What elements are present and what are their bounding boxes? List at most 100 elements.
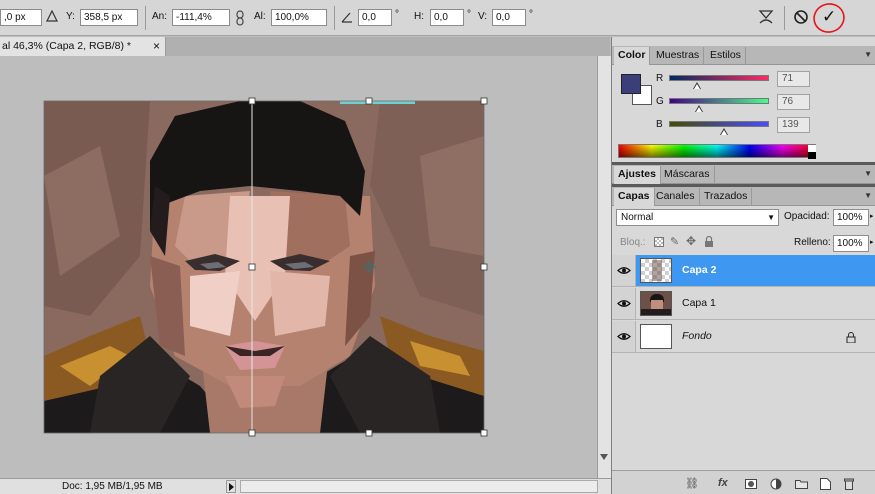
height-field[interactable]: 100,0% [271,9,327,26]
layer-name[interactable]: Fondo [682,330,712,342]
document-info: Doc: 1,95 MB/1,95 MB [62,481,163,492]
layer-row-capa-1[interactable]: Capa 1 [612,288,875,320]
scroll-down-icon[interactable] [600,454,608,460]
b-slider-thumb[interactable] [720,128,728,135]
y-position-field[interactable]: 358,5 px [80,9,138,26]
fill-field[interactable]: 100% [833,235,869,252]
hskew-unit: ° [467,9,471,20]
document-tab[interactable]: al 46,3% (Capa 2, RGB/8) * × [0,37,166,56]
tab-layers[interactable]: Capas [614,188,655,206]
layer-thumbnail [640,324,672,349]
blend-mode-select[interactable]: Normal ▼ [616,209,779,226]
close-icon[interactable]: × [153,37,160,56]
panel-menu-icon[interactable]: ▼ [864,50,872,59]
lock-all-icon[interactable] [704,236,714,248]
layers-panel-tabs: Capas Canales Trazados ▼ [612,187,875,206]
panel-menu-icon[interactable]: ▼ [864,191,872,200]
mask-icon[interactable] [745,479,757,489]
layer-row-capa-2[interactable]: Capa 2 [612,255,875,287]
width-label: An: [152,11,168,22]
adjustment-icon[interactable] [770,478,782,490]
adjustments-panel-tabs: Ajustes Máscaras ▼ [612,165,875,184]
g-value-field[interactable]: 76 [777,94,810,110]
layers-footer [612,470,875,494]
layer-visibility-toggle[interactable] [612,255,636,286]
black-swatch[interactable] [808,152,816,159]
eye-icon [617,300,631,307]
hskew-field[interactable]: 0,0 [430,9,464,26]
layer-visibility-toggle[interactable] [612,321,636,352]
vskew-label: V: [478,11,488,22]
document-canvas[interactable] [0,56,611,478]
tab-styles[interactable]: Estilos [706,47,746,65]
panel-menu-icon[interactable]: ▼ [864,169,872,178]
tab-channels[interactable]: Canales [652,188,700,206]
warp-icon[interactable] [757,8,775,26]
vertical-scrollbar[interactable] [597,56,611,478]
white-swatch[interactable] [808,145,816,152]
layer-name[interactable]: Capa 1 [682,297,716,309]
g-label: G [656,96,664,107]
tab-masks[interactable]: Máscaras [660,166,715,184]
tab-color[interactable]: Color [614,47,651,65]
play-icon [229,483,234,491]
color-spectrum-bar[interactable] [618,144,816,158]
separator [784,6,785,30]
layer-visibility-toggle[interactable] [612,288,636,319]
b-value-field[interactable]: 139 [777,117,810,133]
tab-paths[interactable]: Trazados [700,188,753,206]
status-bar: Doc: 1,95 MB/1,95 MB [0,478,611,494]
rotate-unit: ° [395,9,399,20]
r-value-field[interactable]: 71 [777,71,810,87]
g-slider-track[interactable] [669,98,769,104]
x-position-field[interactable]: ,0 px [0,9,42,26]
lock-transparency-icon[interactable] [654,237,664,247]
document-tab-title: al 46,3% (Capa 2, RGB/8) * [2,40,131,52]
trash-icon[interactable] [844,478,854,490]
status-menu-button[interactable] [226,480,236,493]
hskew-label: H: [414,11,424,22]
vskew-unit: ° [529,9,533,20]
r-slider-thumb[interactable] [693,82,701,89]
fill-arrow-icon[interactable]: ▸ [870,238,874,246]
vskew-field[interactable]: 0,0 [492,9,526,26]
foreground-color-swatch[interactable] [621,74,641,94]
layer-name[interactable]: Capa 2 [682,264,716,276]
tab-adjustments[interactable]: Ajustes [614,166,661,184]
opacity-label: Opacidad: [784,211,830,222]
y-label: Y: [66,11,75,22]
rotate-field[interactable]: 0,0 [358,9,392,26]
opacity-arrow-icon[interactable]: ▸ [870,212,874,220]
lock-pixels-icon[interactable]: ✎ [670,235,679,248]
link-layers-icon[interactable]: ⛓ [685,477,699,490]
b-label: B [656,119,663,130]
link-icon[interactable] [234,10,246,26]
blend-mode-value: Normal [621,212,654,223]
lock-position-icon[interactable]: ✥ [686,234,696,248]
horizontal-scrollbar[interactable] [240,480,598,493]
options-bar: ,0 px Y: 358,5 px An: -111,4% Al: 100,0%… [0,0,875,36]
portrait-image [44,101,484,433]
eye-icon [617,267,631,274]
tab-swatches[interactable]: Muestras [652,47,705,65]
height-label: Al: [254,11,266,22]
layer-row-fondo[interactable]: Fondo [612,321,875,353]
fx-icon[interactable]: fx [718,477,728,489]
commit-icon[interactable]: ✓ [822,7,836,27]
width-field[interactable]: -111,4% [172,9,230,26]
layer-thumbnail [640,258,672,283]
cancel-icon[interactable] [793,9,809,25]
g-slider-thumb[interactable] [695,105,703,112]
r-slider-track[interactable] [669,75,769,81]
folder-icon[interactable] [795,479,808,489]
fill-label: Relleno: [794,237,831,248]
canvas-area[interactable] [0,56,611,478]
opacity-field[interactable]: 100% [833,209,869,226]
eye-icon [617,333,631,340]
lock-icon [846,332,856,343]
new-layer-icon[interactable] [820,478,831,490]
b-slider-track[interactable] [669,121,769,127]
angle-icon [341,12,352,23]
chevron-down-icon: ▼ [767,213,775,222]
separator [334,6,335,30]
